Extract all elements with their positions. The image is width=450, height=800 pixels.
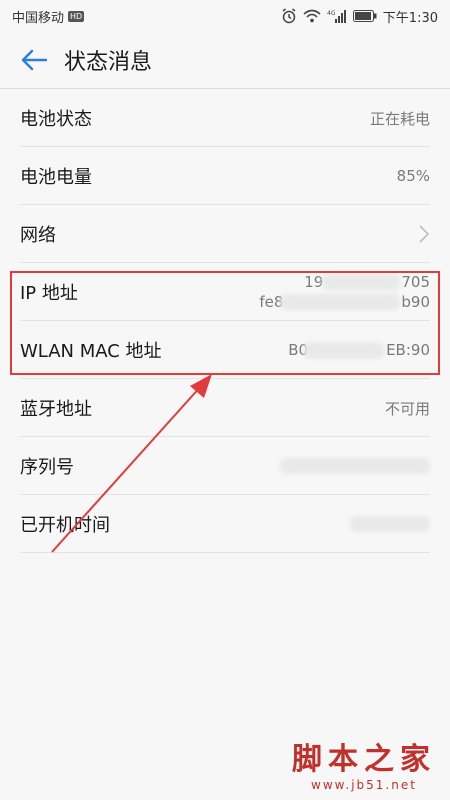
wifi-icon (303, 9, 321, 23)
app-bar: 状态消息 (0, 32, 450, 88)
battery-level-value: 85% (396, 167, 430, 185)
serial-number-value (280, 456, 430, 476)
redaction-mask (280, 294, 400, 310)
status-left: 中国移动 HD (12, 7, 85, 26)
battery-status-value: 正在耗电 (369, 109, 430, 128)
back-arrow-icon (21, 49, 47, 71)
redaction-mask (280, 458, 430, 474)
redaction-mask (322, 274, 400, 290)
chevron-right-icon (419, 225, 430, 243)
watermark-logo: 脚本之家 (292, 742, 436, 777)
row-uptime: 已开机时间 (0, 495, 450, 553)
status-time: 下午1:30 (382, 10, 438, 26)
watermark: 脚本之家 www.jb51.net (292, 734, 436, 792)
status-right: 4G 下午1:30 (281, 7, 438, 26)
bluetooth-address-label: 蓝牙地址 (20, 399, 92, 420)
battery-icon (352, 10, 377, 22)
watermark-url: www.jb51.net (311, 778, 417, 792)
ip-v4-start: 19 (304, 273, 324, 291)
row-bluetooth-address: 蓝牙地址 不可用 (0, 379, 450, 437)
ip-address-value: 19 705 fe8 b90 (259, 272, 430, 312)
row-battery-status: 电池状态 正在耗电 (0, 89, 450, 147)
row-serial-number: 序列号 (0, 437, 450, 495)
network-type-label: 4G (327, 10, 336, 17)
mac-end: EB:90 (386, 341, 430, 359)
bluetooth-address-value: 不可用 (384, 399, 430, 418)
redaction-mask (350, 516, 430, 532)
carrier-name: 中国移动 (12, 10, 65, 26)
battery-level-label: 电池电量 (20, 167, 92, 188)
wlan-mac-label: WLAN MAC 地址 (20, 341, 162, 362)
ip-v6-end: b90 (401, 293, 430, 311)
row-wlan-mac: WLAN MAC 地址 B0 EB:90 (0, 321, 450, 379)
uptime-value (350, 514, 430, 534)
redaction-mask (304, 342, 384, 359)
row-ip-address: IP 地址 19 705 fe8 b90 (0, 263, 450, 321)
cellular-signal-icon: 4G (327, 9, 347, 23)
status-list: 电池状态 正在耗电 电池电量 85% 网络 IP 地址 19 705 fe8 b90… (0, 89, 450, 553)
network-label: 网络 (20, 225, 56, 246)
row-battery-level: 电池电量 85% (0, 147, 450, 205)
status-bar: 中国移动 HD 4G 下午1:30 (0, 0, 450, 32)
wlan-mac-value: B0 EB:90 (288, 341, 430, 359)
hd-badge: HD (68, 10, 85, 22)
ip-v4-end: 705 (401, 273, 430, 291)
serial-number-label: 序列号 (20, 457, 74, 478)
alarm-icon (281, 8, 297, 24)
row-network[interactable]: 网络 (0, 205, 450, 263)
ip-address-label: IP 地址 (20, 283, 78, 304)
page-title: 状态消息 (64, 50, 153, 75)
uptime-label: 已开机时间 (20, 515, 110, 536)
battery-status-label: 电池状态 (20, 109, 92, 130)
back-button[interactable] (6, 32, 62, 88)
